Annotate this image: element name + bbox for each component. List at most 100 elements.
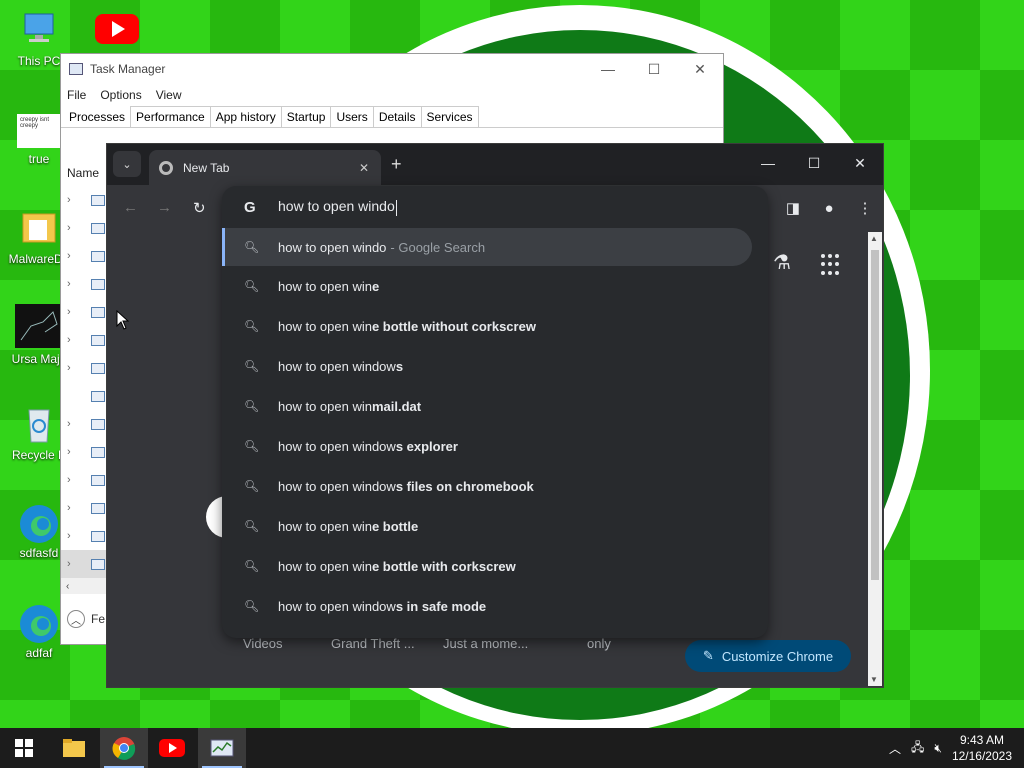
- taskbar-file-explorer[interactable]: [50, 728, 98, 768]
- close-tab-icon[interactable]: ✕: [359, 161, 369, 175]
- suggestion-item[interactable]: 🔍︎ how to open window s in safe mode: [222, 586, 768, 626]
- tab-services[interactable]: Services: [420, 106, 479, 127]
- suggestion-suffix: - Google Search: [390, 239, 486, 255]
- suggestion-item[interactable]: 🔍︎ how to open win e bottle: [222, 506, 768, 546]
- process-row[interactable]: ›: [61, 242, 109, 270]
- menu-file[interactable]: File: [67, 88, 86, 102]
- labs-flask-icon[interactable]: ⚗: [773, 250, 791, 275]
- process-row[interactable]: ›: [61, 326, 109, 354]
- shortcut-videos[interactable]: Videos: [243, 636, 283, 651]
- close-icon[interactable]: ✕: [677, 54, 723, 84]
- shortcut-just-a-moment[interactable]: Just a mome...: [443, 636, 528, 651]
- back-arrow-icon[interactable]: ←: [123, 199, 138, 216]
- tab-users[interactable]: Users: [330, 106, 374, 127]
- process-row[interactable]: ›: [61, 410, 109, 438]
- google-g-icon: G: [244, 198, 256, 216]
- chevron-right-icon[interactable]: ›: [67, 530, 81, 542]
- suggestion-item[interactable]: 🔍︎ how to open windo - Google Search: [222, 228, 752, 266]
- text-caret: [395, 199, 397, 216]
- volume-muted-icon[interactable]: 🔇︎: [934, 741, 942, 756]
- tab-details[interactable]: Details: [372, 106, 422, 127]
- chevron-right-icon[interactable]: ›: [67, 502, 81, 514]
- maximize-icon[interactable]: ☐: [791, 144, 837, 182]
- scroll-up-icon[interactable]: ▲: [870, 234, 878, 243]
- process-row[interactable]: ›: [61, 438, 109, 466]
- suggestion-item[interactable]: 🔍︎ how to open window s: [222, 346, 768, 386]
- process-row[interactable]: ›: [61, 522, 109, 550]
- process-row[interactable]: ›: [61, 186, 109, 214]
- shortcut-grand-theft[interactable]: Grand Theft ...: [331, 636, 415, 651]
- close-icon[interactable]: ✕: [837, 144, 883, 182]
- chevron-up-icon[interactable]: ︿: [889, 740, 901, 757]
- process-row[interactable]: [61, 382, 109, 410]
- suggestion-item[interactable]: 🔍︎ how to open win mail.dat: [222, 386, 768, 426]
- menu-options[interactable]: Options: [100, 88, 141, 102]
- taskbar-task-manager[interactable]: [198, 728, 246, 768]
- omnibox-input[interactable]: G how to open windo: [222, 186, 768, 228]
- network-icon[interactable]: 🖧︎: [911, 738, 924, 759]
- tab-search-button[interactable]: ⌄: [113, 151, 141, 177]
- shortcut-only[interactable]: only: [587, 636, 611, 651]
- chevron-right-icon[interactable]: ›: [67, 418, 81, 430]
- taskbar-chrome[interactable]: [100, 728, 148, 768]
- taskbar: ︿ 🖧︎ 🔇︎ 9:43 AM 12/16/2023: [0, 728, 1024, 768]
- desktop-icon-youtube[interactable]: [82, 10, 152, 54]
- maximize-icon[interactable]: ☐: [631, 54, 677, 84]
- process-row-selected[interactable]: ›: [61, 550, 109, 578]
- menu-view[interactable]: View: [156, 88, 182, 102]
- minimize-icon[interactable]: —: [585, 54, 631, 84]
- tab-startup[interactable]: Startup: [280, 106, 332, 127]
- process-row[interactable]: ›: [61, 214, 109, 242]
- suggestion-item[interactable]: 🔍︎ how to open win e bottle without corks…: [222, 306, 768, 346]
- column-header-name[interactable]: Name: [67, 166, 99, 180]
- chevron-right-icon[interactable]: ›: [67, 474, 81, 486]
- scrollbar-thumb[interactable]: [871, 250, 879, 580]
- suggestion-item[interactable]: 🔍︎ how to open window s files on chromebo…: [222, 466, 768, 506]
- chevron-right-icon[interactable]: ›: [67, 222, 81, 234]
- forward-arrow-icon[interactable]: →: [157, 199, 172, 216]
- chevron-right-icon[interactable]: ›: [67, 558, 81, 570]
- tab-new-tab[interactable]: New Tab ✕: [149, 150, 381, 185]
- menu-kebab-icon[interactable]: ⋮: [847, 199, 883, 217]
- process-row[interactable]: ›: [61, 494, 109, 522]
- suggestion-rest: s explorer: [395, 438, 458, 454]
- process-row[interactable]: ›: [61, 466, 109, 494]
- tab-processes[interactable]: Processes: [63, 106, 132, 127]
- suggestion-item[interactable]: 🔍︎ how to open window s explorer: [222, 426, 768, 466]
- tab-app-history[interactable]: App history: [209, 106, 282, 127]
- process-row[interactable]: ›: [61, 270, 109, 298]
- chevron-right-icon[interactable]: ›: [67, 250, 81, 262]
- suggestion-item[interactable]: 🔍︎ how to open win e: [222, 266, 768, 306]
- reload-icon[interactable]: ↻: [193, 199, 206, 217]
- scroll-left-icon[interactable]: ‹: [66, 581, 69, 592]
- chrome-tabstrip: ⌄ New Tab ✕ + — ☐ ✕: [107, 144, 883, 185]
- suggestion-rest: s in safe mode: [395, 598, 487, 614]
- task-manager-window-controls: — ☐ ✕: [585, 54, 723, 84]
- process-row[interactable]: ›: [61, 298, 109, 326]
- suggestion-item[interactable]: 🔍︎ how to open win e bottle with corkscre…: [222, 546, 768, 586]
- taskbar-youtube[interactable]: [148, 728, 196, 768]
- chevron-right-icon[interactable]: ›: [67, 306, 81, 318]
- chevron-right-icon[interactable]: ›: [67, 334, 81, 346]
- new-tab-button[interactable]: +: [391, 154, 402, 175]
- tab-title: New Tab: [183, 160, 230, 175]
- clock[interactable]: 9:43 AM 12/16/2023: [952, 732, 1012, 764]
- page-scrollbar[interactable]: ▲ ▼: [868, 232, 882, 686]
- chevron-right-icon[interactable]: ›: [67, 194, 81, 206]
- chevron-right-icon[interactable]: ›: [67, 362, 81, 374]
- minimize-icon[interactable]: —: [745, 144, 791, 182]
- customize-chrome-button[interactable]: ✎ Customize Chrome: [685, 640, 851, 672]
- tab-performance[interactable]: Performance: [130, 106, 211, 127]
- side-panel-icon[interactable]: ◨: [775, 199, 811, 217]
- process-icon: [91, 558, 105, 570]
- process-row[interactable]: ›: [61, 354, 109, 382]
- chevron-right-icon[interactable]: ›: [67, 446, 81, 458]
- process-icon: [91, 530, 105, 542]
- chevron-right-icon[interactable]: ›: [67, 278, 81, 290]
- google-apps-icon[interactable]: [821, 254, 843, 276]
- start-button[interactable]: [0, 728, 48, 768]
- scroll-down-icon[interactable]: ▼: [870, 675, 878, 684]
- profile-icon[interactable]: ●: [811, 200, 847, 217]
- fewer-details-toggle[interactable]: ︿ Fe: [67, 610, 105, 628]
- horizontal-scrollbar[interactable]: ‹: [61, 578, 109, 594]
